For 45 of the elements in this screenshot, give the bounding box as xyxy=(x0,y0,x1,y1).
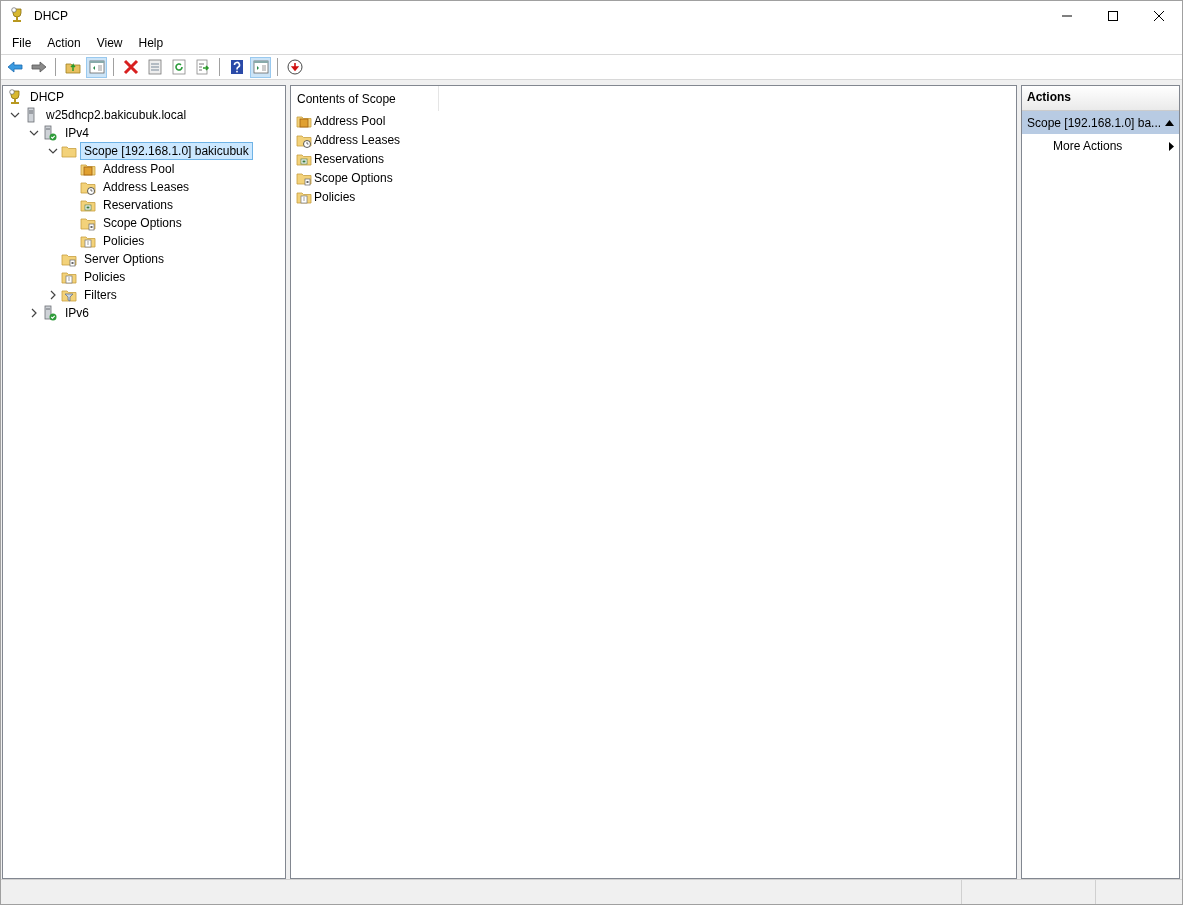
server-check-icon xyxy=(42,125,58,141)
list-item[interactable]: Address Pool xyxy=(314,113,386,128)
collapse-icon xyxy=(1165,119,1174,126)
folder-clock-icon xyxy=(80,179,96,195)
menu-item[interactable]: View xyxy=(88,32,131,53)
folder-grid-icon xyxy=(80,197,96,213)
menu-item[interactable]: File xyxy=(4,32,40,53)
list-item[interactable]: Scope Options xyxy=(314,170,393,185)
column-header[interactable]: Contents of Scope xyxy=(291,86,439,111)
folder-page-icon xyxy=(61,269,77,285)
tree-item[interactable]: Scope [192.168.1.0] bakicubuk xyxy=(80,142,253,160)
down-arrow-circle-button[interactable] xyxy=(284,56,305,78)
list-item[interactable]: Address Leases xyxy=(314,132,401,147)
tree-item[interactable]: IPv4 xyxy=(61,124,93,142)
tree-item[interactable]: Policies xyxy=(80,268,130,286)
trophy-icon xyxy=(7,89,23,105)
actions-section[interactable]: Scope [192.168.1.0] ba... xyxy=(1022,111,1179,134)
folder-icon xyxy=(61,143,77,159)
trophy-icon xyxy=(9,6,25,23)
menu-item[interactable]: Action xyxy=(39,32,89,53)
submenu-arrow-icon xyxy=(1169,141,1174,151)
tree-item[interactable]: Filters xyxy=(80,286,121,304)
tree-item[interactable]: Reservations xyxy=(99,196,178,214)
window-title: DHCP xyxy=(34,9,69,23)
tree-item[interactable]: Scope Options xyxy=(99,214,186,232)
pane-left-button[interactable] xyxy=(86,56,107,78)
tree-item[interactable]: Server Options xyxy=(80,250,169,268)
list-item[interactable]: Policies xyxy=(314,189,356,204)
folder-doc-icon xyxy=(61,251,77,267)
tree-item[interactable]: DHCP xyxy=(26,88,68,106)
maximize-icon xyxy=(1108,11,1118,21)
folder-page-icon xyxy=(80,233,96,249)
menu-item[interactable]: Help xyxy=(130,32,172,53)
folder-funnel-icon xyxy=(61,287,77,303)
tree-item[interactable]: Address Pool xyxy=(99,160,179,178)
list-item[interactable]: Reservations xyxy=(314,151,385,166)
tree-item[interactable]: Address Leases xyxy=(99,178,194,196)
folder-doc-icon xyxy=(80,215,96,231)
tree-item[interactable]: w25dhcp2.bakicubuk.local xyxy=(42,106,191,124)
server-check-icon xyxy=(42,305,58,321)
action-item[interactable]: More Actions xyxy=(1022,134,1179,158)
tree-item[interactable]: Policies xyxy=(99,232,149,250)
folder-book-icon xyxy=(80,161,96,177)
tree-item[interactable]: IPv6 xyxy=(61,304,93,322)
close-icon xyxy=(1154,11,1164,21)
